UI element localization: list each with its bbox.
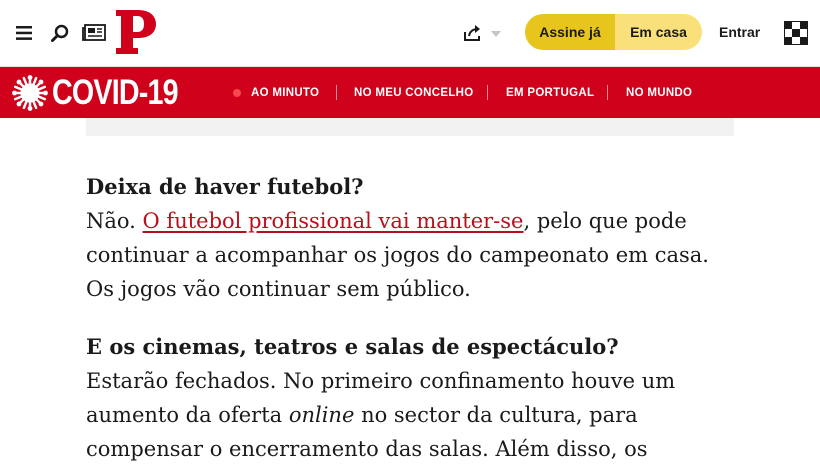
subscribe-group: Assine já Em casa <box>525 14 702 50</box>
nav-item-no-meu-concelho[interactable]: NO MEU CONCELHO <box>354 67 474 118</box>
newspaper-icon[interactable] <box>80 19 108 47</box>
answer-line: Estarão fechados. No primeiro confinamen… <box>86 369 676 393</box>
top-header: Assine já Em casa Entrar <box>0 0 820 67</box>
chevron-down-icon[interactable] <box>491 31 501 37</box>
nav-item-em-portugal[interactable]: EM PORTUGAL <box>506 67 594 118</box>
question-heading: E os cinemas, teatros e salas de espectá… <box>86 334 619 359</box>
answer-text: aumento da oferta <box>86 403 289 427</box>
live-dot-icon <box>233 88 241 97</box>
search-icon[interactable] <box>46 19 74 47</box>
content-placeholder <box>86 118 734 136</box>
answer-line: Não. O futebol profissional vai manter-s… <box>86 204 726 238</box>
answer-line: aumento da oferta online no sector da cu… <box>86 398 726 432</box>
answer-line: continuar a acompanhar os jogos do campe… <box>86 243 709 267</box>
login-link[interactable]: Entrar <box>719 24 760 40</box>
answer-text: Não. <box>86 209 143 233</box>
share-icon[interactable] <box>463 24 483 46</box>
virus-icon <box>12 75 48 115</box>
nav-item-no-mundo[interactable]: NO MUNDO <box>626 67 692 118</box>
covid-banner: COVID-19 AO MINUTO NO MEU CONCELHO EM PO… <box>0 67 820 118</box>
answer-text: no sector da cultura, para <box>354 403 638 427</box>
puzzle-icon[interactable] <box>782 19 810 47</box>
nav-label: EM PORTUGAL <box>506 86 595 99</box>
answer-line: Os jogos vão continuar sem público. <box>86 277 471 301</box>
covid-title[interactable]: COVID-19 <box>52 74 179 112</box>
answer-text: , pelo que pode <box>523 209 687 233</box>
nav-item-ao-minuto[interactable]: AO MINUTO <box>233 67 319 118</box>
nav-divider <box>336 85 337 100</box>
nav-label: NO MEU CONCELHO <box>354 86 474 99</box>
nav-divider <box>487 85 488 100</box>
answer-emphasis: online <box>288 403 355 427</box>
football-article-link[interactable]: O futebol profissional vai manter-se <box>143 209 524 233</box>
nav-label: AO MINUTO <box>251 86 320 99</box>
menu-icon[interactable] <box>10 19 38 47</box>
question-heading: Deixa de haver futebol? <box>86 174 364 199</box>
brand-logo[interactable] <box>114 8 158 60</box>
home-edition-button[interactable]: Em casa <box>615 14 702 50</box>
article-body: Deixa de haver futebol? Não. O futebol p… <box>86 170 726 466</box>
nav-divider <box>607 85 608 100</box>
nav-label: NO MUNDO <box>626 86 693 99</box>
subscribe-button[interactable]: Assine já <box>525 14 615 50</box>
